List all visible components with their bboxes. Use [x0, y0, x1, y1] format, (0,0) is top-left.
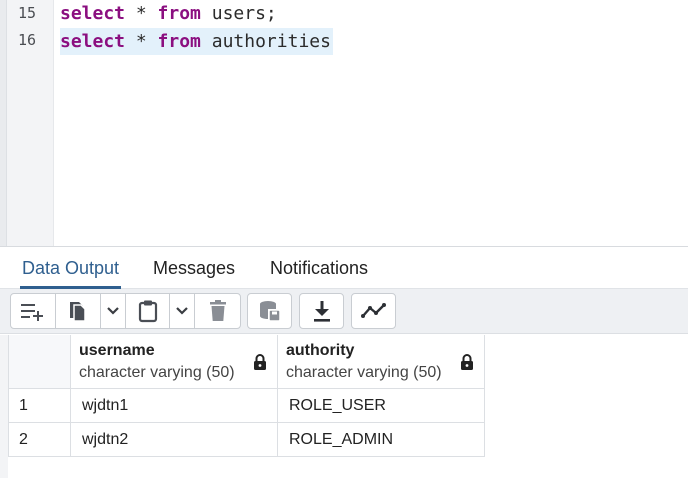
graph-visualiser-button[interactable]	[352, 294, 395, 328]
sql-keyword: from	[157, 31, 201, 52]
line-number: 15	[17, 4, 37, 22]
results-tabs: Data Output Messages Notifications	[0, 247, 688, 289]
table-row[interactable]: 1 wjdtn1 ROLE_USER	[9, 389, 485, 423]
download-button[interactable]	[300, 294, 343, 328]
paste-icon	[138, 300, 157, 323]
gutter-edge	[0, 0, 7, 246]
paste-dropdown-button[interactable]	[170, 294, 195, 328]
add-row-button[interactable]	[11, 294, 56, 328]
chevron-down-icon	[107, 307, 119, 315]
lock-icon	[254, 354, 266, 370]
tab-notifications[interactable]: Notifications	[262, 247, 376, 289]
sql-operator: *	[125, 3, 158, 24]
edit-button-group	[10, 293, 241, 329]
save-button-group	[247, 293, 292, 329]
column-name: username	[79, 342, 155, 359]
sql-keyword: select	[60, 3, 126, 24]
sql-editor[interactable]: 15 select * from users; 16 select * from…	[0, 0, 688, 246]
graph-icon	[360, 303, 386, 318]
delete-button[interactable]	[195, 294, 240, 328]
line-number: 16	[17, 31, 37, 49]
tab-data-output[interactable]: Data Output	[14, 247, 127, 289]
column-header-authority[interactable]: authority character varying (50)	[278, 335, 485, 388]
download-icon	[313, 301, 330, 322]
code-line-selected[interactable]: select * from authorities	[60, 28, 333, 55]
table-row[interactable]: 2 wjdtn2 ROLE_ADMIN	[9, 423, 485, 457]
code-line[interactable]: select * from users;	[60, 0, 277, 27]
cell-username[interactable]: wjdtn2	[71, 423, 278, 456]
save-data-button[interactable]	[248, 294, 291, 328]
copy-icon	[70, 302, 86, 322]
data-toolbar	[0, 289, 688, 334]
sql-keyword: from	[157, 3, 201, 24]
download-button-group	[299, 293, 344, 329]
copy-dropdown-button[interactable]	[101, 294, 126, 328]
results-panel: Data Output Messages Notifications usern…	[0, 246, 688, 478]
grid-header-row: username character varying (50) authorit…	[9, 335, 485, 389]
column-name: authority	[286, 342, 355, 359]
sql-operator: *	[125, 31, 158, 52]
column-header-username[interactable]: username character varying (50)	[71, 335, 278, 388]
data-grid: username character varying (50) authorit…	[8, 335, 485, 457]
cell-username[interactable]: wjdtn1	[71, 389, 278, 422]
tab-messages[interactable]: Messages	[145, 247, 243, 289]
sql-keyword: select	[60, 31, 126, 52]
panel-left-edge	[0, 335, 8, 478]
delete-icon	[209, 300, 226, 321]
sql-identifier: users;	[200, 3, 277, 24]
query-tool: 15 select * from users; 16 select * from…	[0, 0, 688, 478]
cell-authority[interactable]: ROLE_USER	[278, 389, 485, 422]
sql-identifier: authorities	[200, 31, 331, 52]
paste-button[interactable]	[126, 294, 170, 328]
add-row-icon	[21, 304, 43, 321]
graph-button-group	[351, 293, 396, 329]
save-data-icon	[259, 301, 281, 322]
lock-icon	[461, 354, 473, 370]
row-number-header[interactable]	[9, 335, 71, 388]
chevron-down-icon	[176, 307, 188, 315]
copy-button[interactable]	[56, 294, 101, 328]
row-number[interactable]: 2	[9, 423, 71, 456]
row-number[interactable]: 1	[9, 389, 71, 422]
column-type: character varying (50)	[79, 364, 235, 381]
column-type: character varying (50)	[286, 364, 442, 381]
cell-authority[interactable]: ROLE_ADMIN	[278, 423, 485, 456]
